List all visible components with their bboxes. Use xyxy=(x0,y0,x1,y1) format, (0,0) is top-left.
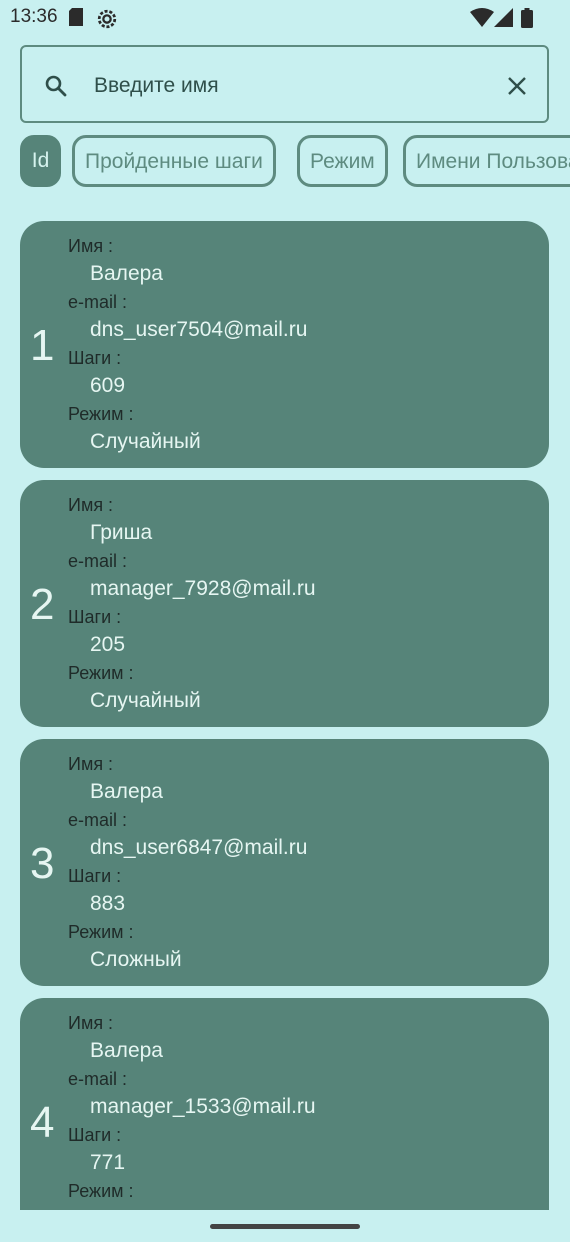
email-value: manager_1533@mail.ru xyxy=(90,1095,316,1118)
record-id: 2 xyxy=(30,580,55,629)
name-label: Имя : xyxy=(68,495,114,515)
clear-search-icon[interactable] xyxy=(506,75,528,102)
chip-sort-mode[interactable]: Режим xyxy=(297,135,388,187)
record-card[interactable]: 4 Имя : Валера e-mail : manager_1533@mai… xyxy=(20,998,549,1210)
mode-value: Сложный xyxy=(90,948,182,971)
home-indicator[interactable] xyxy=(210,1224,360,1229)
steps-value: 883 xyxy=(90,892,126,915)
chip-sort-steps[interactable]: Пройденные шаги xyxy=(72,135,276,187)
chip-label: Режим xyxy=(310,150,375,173)
settings-gear-icon xyxy=(96,8,118,35)
email-label: e-mail : xyxy=(68,551,128,571)
email-label: e-mail : xyxy=(68,292,128,312)
record-id: 1 xyxy=(30,321,55,370)
chip-label: Имени Пользователя xyxy=(416,150,570,173)
name-label: Имя : xyxy=(68,236,114,256)
signal-icon xyxy=(494,8,514,33)
mode-label: Режим : xyxy=(68,404,134,424)
mode-label: Режим : xyxy=(68,922,134,942)
record-card[interactable]: 1 Имя : Валера e-mail : dns_user7504@mai… xyxy=(20,221,549,468)
chip-label: Пройденные шаги xyxy=(85,150,263,173)
email-value: dns_user7504@mail.ru xyxy=(90,318,308,341)
record-id: 3 xyxy=(30,839,55,888)
email-value: manager_7928@mail.ru xyxy=(90,577,316,600)
wifi-icon xyxy=(470,8,494,33)
search-box[interactable] xyxy=(20,45,549,123)
name-value: Валера xyxy=(90,262,163,285)
name-label: Имя : xyxy=(68,1013,114,1033)
record-id: 4 xyxy=(30,1098,55,1147)
name-value: Гриша xyxy=(90,521,153,544)
name-label: Имя : xyxy=(68,754,114,774)
steps-value: 609 xyxy=(90,374,126,397)
status-bar: 13:36 xyxy=(0,0,570,36)
mode-value: Случайный xyxy=(90,430,201,453)
battery-icon xyxy=(521,8,533,33)
status-time: 13:36 xyxy=(10,6,58,27)
chip-sort-username[interactable]: Имени Пользователя xyxy=(403,135,570,187)
mode-label: Режим : xyxy=(68,663,134,683)
record-card[interactable]: 3 Имя : Валера e-mail : dns_user6847@mai… xyxy=(20,739,549,986)
steps-label: Шаги : xyxy=(68,607,122,627)
name-value: Валера xyxy=(90,780,163,803)
sd-card-icon xyxy=(68,8,84,31)
mode-label: Режим : xyxy=(68,1181,134,1201)
search-icon xyxy=(44,74,68,103)
steps-value: 771 xyxy=(90,1151,126,1174)
sort-chips: Id Пройденные шаги Режим Имени Пользоват… xyxy=(20,135,570,187)
email-label: e-mail : xyxy=(68,1069,128,1089)
records-list[interactable]: 1 Имя : Валера e-mail : dns_user7504@mai… xyxy=(20,221,549,1210)
steps-label: Шаги : xyxy=(68,348,122,368)
steps-value: 205 xyxy=(90,633,126,656)
steps-label: Шаги : xyxy=(68,866,122,886)
email-label: e-mail : xyxy=(68,810,128,830)
chip-label: Id xyxy=(31,149,50,172)
chip-sort-id[interactable]: Id xyxy=(20,135,61,187)
steps-label: Шаги : xyxy=(68,1125,122,1145)
search-input[interactable] xyxy=(94,69,474,103)
record-card[interactable]: 2 Имя : Гриша e-mail : manager_7928@mail… xyxy=(20,480,549,727)
name-value: Валера xyxy=(90,1039,163,1062)
email-value: dns_user6847@mail.ru xyxy=(90,836,308,859)
mode-value: Случайный xyxy=(90,689,201,712)
